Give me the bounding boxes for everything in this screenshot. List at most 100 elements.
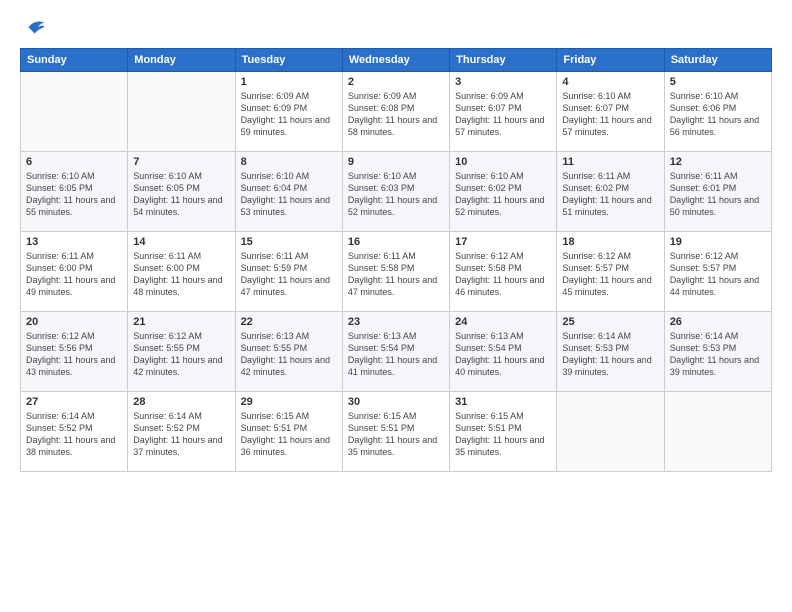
calendar-cell: 9Sunrise: 6:10 AM Sunset: 6:03 PM Daylig… — [342, 152, 449, 232]
day-info: Sunrise: 6:09 AM Sunset: 6:08 PM Dayligh… — [348, 90, 444, 139]
calendar-cell: 10 Sunrise: 6:10 AM Sunset: 6:02 PM Dayli… — [450, 152, 557, 232]
day-info: Sunrise: 6:13 AM Sunset: 5:55 PM Dayligh… — [241, 330, 337, 379]
calendar-cell: 17 Sunrise: 6:12 AM Sunset: 5:58 PM Dayli… — [450, 232, 557, 312]
calendar-cell — [557, 392, 664, 472]
day-info: Sunrise: 6:10 AM Sunset: 6:04 PM Dayligh… — [241, 170, 337, 219]
day-info: Sunrise: 6:14 AM Sunset: 5:52 PM Dayligh… — [133, 410, 229, 459]
day-number: 30 — [348, 396, 444, 408]
calendar-week-row: 27 Sunrise: 6:14 AM Sunset: 5:52 PM Dayli… — [21, 392, 772, 472]
weekday-header-tuesday: Tuesday — [235, 49, 342, 72]
calendar-cell — [21, 72, 128, 152]
calendar-cell — [128, 72, 235, 152]
weekday-header-friday: Friday — [557, 49, 664, 72]
day-number: 16 — [348, 236, 444, 248]
day-number: 11 — [562, 156, 658, 168]
weekday-header-saturday: Saturday — [664, 49, 771, 72]
calendar-cell: 19 Sunrise: 6:12 AM Sunset: 5:57 PM Dayli… — [664, 232, 771, 312]
day-number: 28 — [133, 396, 229, 408]
day-number: 19 — [670, 236, 766, 248]
day-info: Sunrise: 6:11 AM Sunset: 6:02 PM Dayligh… — [562, 170, 658, 219]
weekday-header-thursday: Thursday — [450, 49, 557, 72]
calendar-cell: 12Sunrise: 6:11 AM Sunset: 6:01 PM Dayli… — [664, 152, 771, 232]
calendar-cell: 21Sunrise: 6:12 AM Sunset: 5:55 PM Dayli… — [128, 312, 235, 392]
weekday-header-sunday: Sunday — [21, 49, 128, 72]
calendar-cell: 7 Sunrise: 6:10 AM Sunset: 6:05 PM Daylig… — [128, 152, 235, 232]
day-info: Sunrise: 6:12 AM Sunset: 5:57 PM Dayligh… — [670, 250, 766, 299]
day-number: 10 — [455, 156, 551, 168]
calendar-cell: 24 Sunrise: 6:13 AM Sunset: 5:54 PM Dayli… — [450, 312, 557, 392]
day-info: Sunrise: 6:09 AM Sunset: 6:07 PM Dayligh… — [455, 90, 551, 139]
day-info: Sunrise: 6:11 AM Sunset: 6:00 PM Dayligh… — [133, 250, 229, 299]
logo — [20, 16, 46, 40]
calendar-cell: 2 Sunrise: 6:09 AM Sunset: 6:08 PM Daylig… — [342, 72, 449, 152]
calendar-cell: 18Sunrise: 6:12 AM Sunset: 5:57 PM Dayli… — [557, 232, 664, 312]
calendar-cell: 30 Sunrise: 6:15 AM Sunset: 5:51 PM Dayli… — [342, 392, 449, 472]
calendar-cell: 25Sunrise: 6:14 AM Sunset: 5:53 PM Dayli… — [557, 312, 664, 392]
day-info: Sunrise: 6:10 AM Sunset: 6:05 PM Dayligh… — [133, 170, 229, 219]
bird-icon — [22, 16, 46, 40]
calendar-cell: 1 Sunrise: 6:09 AM Sunset: 6:09 PM Daylig… — [235, 72, 342, 152]
day-info: Sunrise: 6:11 AM Sunset: 5:58 PM Dayligh… — [348, 250, 444, 299]
calendar-cell: 5 Sunrise: 6:10 AM Sunset: 6:06 PM Daylig… — [664, 72, 771, 152]
calendar-cell: 20 Sunrise: 6:12 AM Sunset: 5:56 PM Dayli… — [21, 312, 128, 392]
day-number: 9 — [348, 156, 444, 168]
day-info: Sunrise: 6:12 AM Sunset: 5:56 PM Dayligh… — [26, 330, 122, 379]
day-info: Sunrise: 6:11 AM Sunset: 6:01 PM Dayligh… — [670, 170, 766, 219]
day-info: Sunrise: 6:12 AM Sunset: 5:57 PM Dayligh… — [562, 250, 658, 299]
calendar-cell — [664, 392, 771, 472]
calendar-cell: 31Sunrise: 6:15 AM Sunset: 5:51 PM Dayli… — [450, 392, 557, 472]
day-info: Sunrise: 6:11 AM Sunset: 5:59 PM Dayligh… — [241, 250, 337, 299]
page: SundayMondayTuesdayWednesdayThursdayFrid… — [0, 0, 792, 612]
day-info: Sunrise: 6:15 AM Sunset: 5:51 PM Dayligh… — [455, 410, 551, 459]
day-info: Sunrise: 6:09 AM Sunset: 6:09 PM Dayligh… — [241, 90, 337, 139]
calendar-cell: 29Sunrise: 6:15 AM Sunset: 5:51 PM Dayli… — [235, 392, 342, 472]
calendar-cell: 27 Sunrise: 6:14 AM Sunset: 5:52 PM Dayli… — [21, 392, 128, 472]
day-number: 15 — [241, 236, 337, 248]
day-number: 25 — [562, 316, 658, 328]
day-info: Sunrise: 6:12 AM Sunset: 5:55 PM Dayligh… — [133, 330, 229, 379]
day-info: Sunrise: 6:10 AM Sunset: 6:06 PM Dayligh… — [670, 90, 766, 139]
calendar-table: SundayMondayTuesdayWednesdayThursdayFrid… — [20, 48, 772, 472]
day-number: 22 — [241, 316, 337, 328]
day-number: 4 — [562, 76, 658, 88]
calendar-cell: 11 Sunrise: 6:11 AM Sunset: 6:02 PM Dayli… — [557, 152, 664, 232]
calendar-cell: 3 Sunrise: 6:09 AM Sunset: 6:07 PM Daylig… — [450, 72, 557, 152]
day-number: 5 — [670, 76, 766, 88]
calendar-cell: 28 Sunrise: 6:14 AM Sunset: 5:52 PM Dayli… — [128, 392, 235, 472]
day-info: Sunrise: 6:14 AM Sunset: 5:53 PM Dayligh… — [670, 330, 766, 379]
day-number: 24 — [455, 316, 551, 328]
day-number: 20 — [26, 316, 122, 328]
day-number: 13 — [26, 236, 122, 248]
day-number: 3 — [455, 76, 551, 88]
calendar-week-row: 13 Sunrise: 6:11 AM Sunset: 6:00 PM Dayli… — [21, 232, 772, 312]
day-number: 1 — [241, 76, 337, 88]
day-info: Sunrise: 6:12 AM Sunset: 5:58 PM Dayligh… — [455, 250, 551, 299]
calendar-cell: 26 Sunrise: 6:14 AM Sunset: 5:53 PM Dayli… — [664, 312, 771, 392]
day-number: 27 — [26, 396, 122, 408]
day-info: Sunrise: 6:13 AM Sunset: 5:54 PM Dayligh… — [455, 330, 551, 379]
day-info: Sunrise: 6:13 AM Sunset: 5:54 PM Dayligh… — [348, 330, 444, 379]
day-number: 2 — [348, 76, 444, 88]
calendar-cell: 22 Sunrise: 6:13 AM Sunset: 5:55 PM Dayli… — [235, 312, 342, 392]
calendar-cell: 14 Sunrise: 6:11 AM Sunset: 6:00 PM Dayli… — [128, 232, 235, 312]
day-info: Sunrise: 6:10 AM Sunset: 6:05 PM Dayligh… — [26, 170, 122, 219]
day-number: 26 — [670, 316, 766, 328]
calendar-cell: 16 Sunrise: 6:11 AM Sunset: 5:58 PM Dayli… — [342, 232, 449, 312]
calendar-week-row: 1 Sunrise: 6:09 AM Sunset: 6:09 PM Daylig… — [21, 72, 772, 152]
day-number: 8 — [241, 156, 337, 168]
day-number: 17 — [455, 236, 551, 248]
calendar-week-row: 20 Sunrise: 6:12 AM Sunset: 5:56 PM Dayli… — [21, 312, 772, 392]
weekday-header-monday: Monday — [128, 49, 235, 72]
day-info: Sunrise: 6:15 AM Sunset: 5:51 PM Dayligh… — [348, 410, 444, 459]
calendar-cell: 4 Sunrise: 6:10 AM Sunset: 6:07 PM Daylig… — [557, 72, 664, 152]
calendar-cell: 6Sunrise: 6:10 AM Sunset: 6:05 PM Daylig… — [21, 152, 128, 232]
calendar-cell: 13Sunrise: 6:11 AM Sunset: 6:00 PM Dayli… — [21, 232, 128, 312]
day-info: Sunrise: 6:14 AM Sunset: 5:52 PM Dayligh… — [26, 410, 122, 459]
day-number: 14 — [133, 236, 229, 248]
day-number: 29 — [241, 396, 337, 408]
day-info: Sunrise: 6:10 AM Sunset: 6:02 PM Dayligh… — [455, 170, 551, 219]
day-number: 7 — [133, 156, 229, 168]
calendar-cell: 23Sunrise: 6:13 AM Sunset: 5:54 PM Dayli… — [342, 312, 449, 392]
header — [20, 16, 772, 40]
day-info: Sunrise: 6:10 AM Sunset: 6:07 PM Dayligh… — [562, 90, 658, 139]
